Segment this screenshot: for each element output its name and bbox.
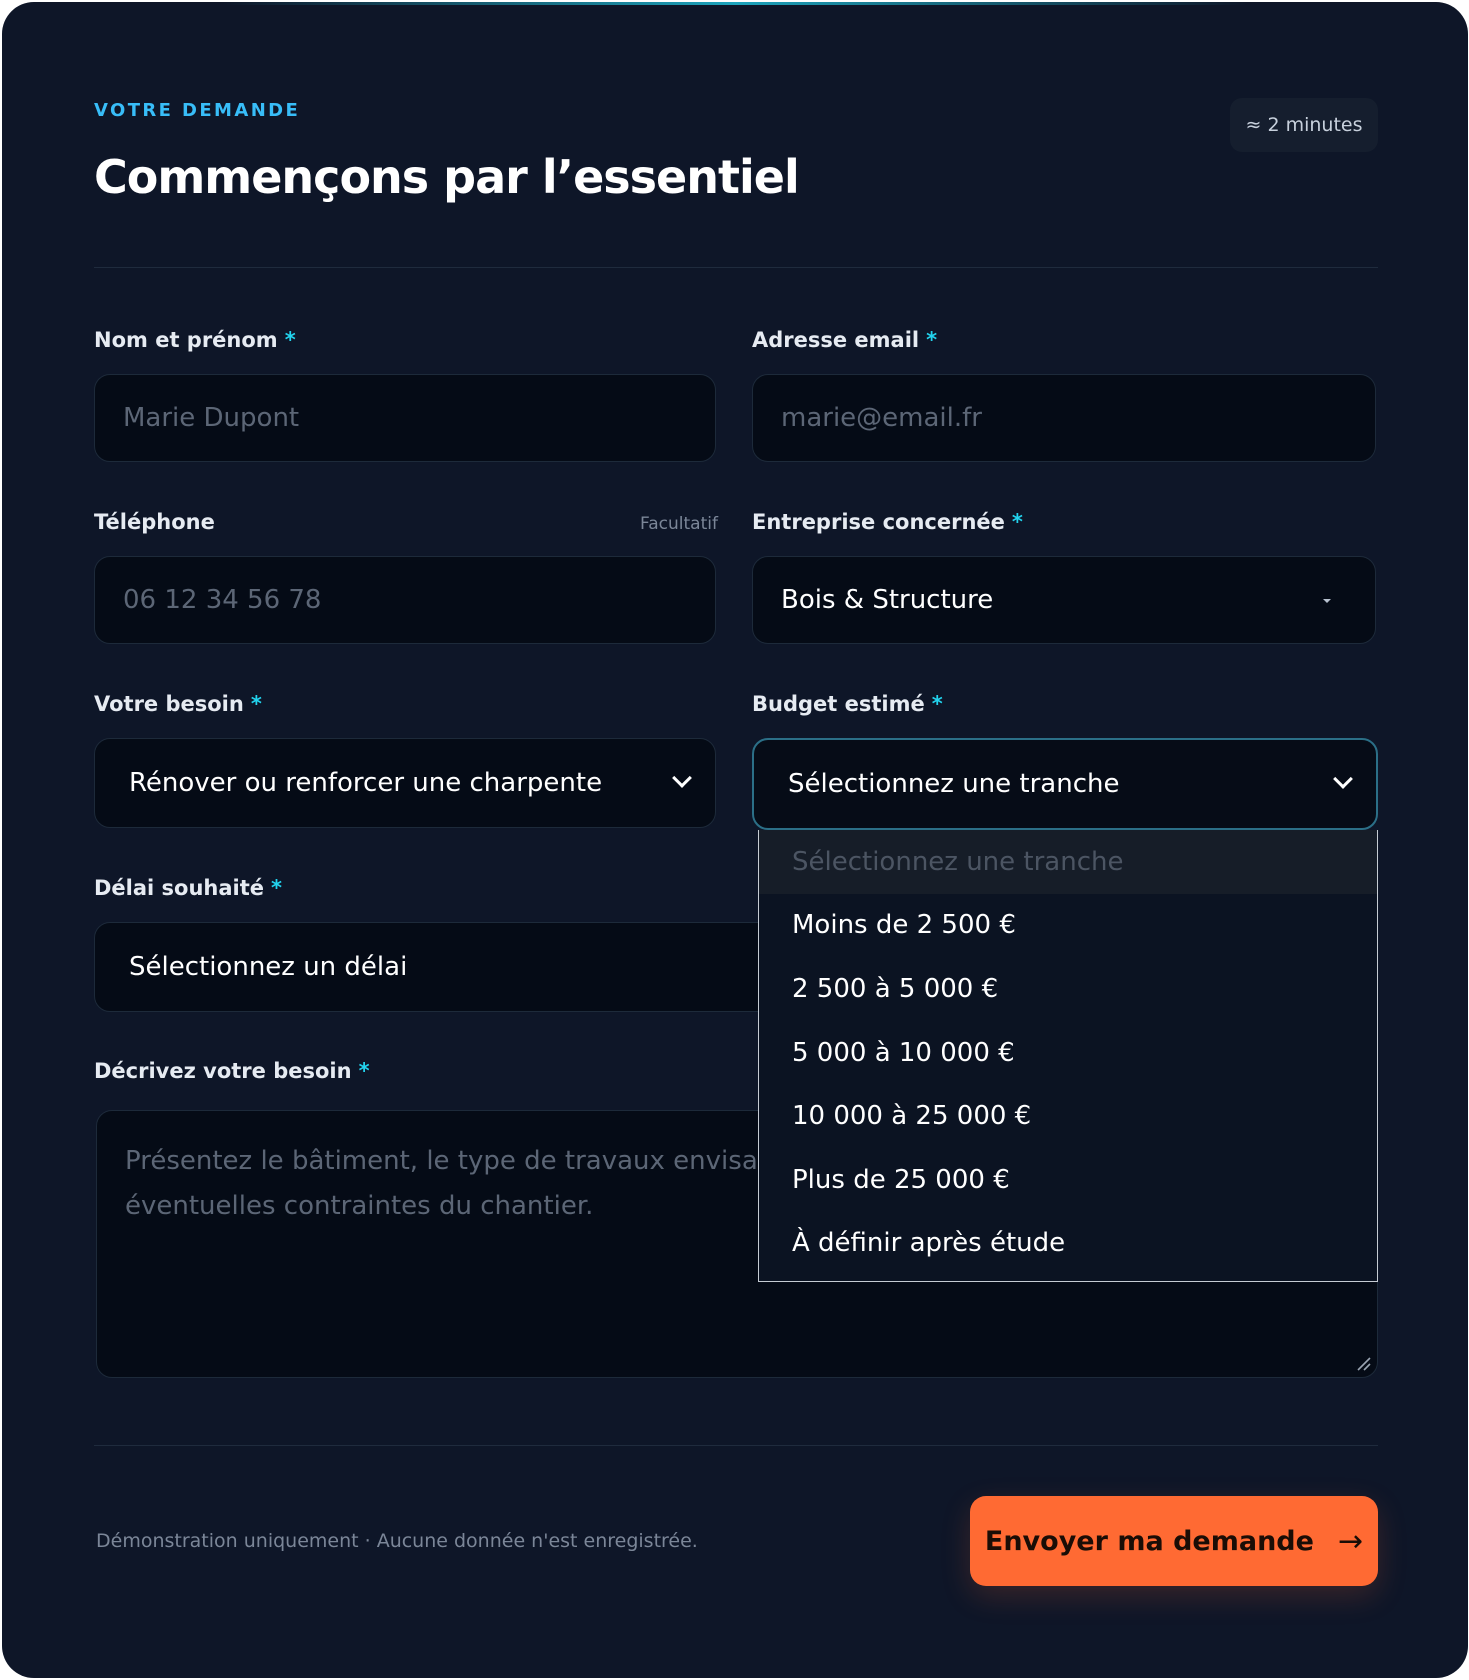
budget-label: Budget estimé * bbox=[752, 692, 943, 716]
name-placeholder: Marie Dupont bbox=[123, 403, 300, 433]
budget-select[interactable]: Sélectionnez une tranche bbox=[752, 738, 1378, 830]
resize-handle-icon[interactable] bbox=[1355, 1355, 1371, 1371]
caret-down-icon bbox=[1323, 599, 1331, 603]
need-select[interactable]: Rénover ou renforcer une charpente bbox=[94, 738, 716, 828]
name-input[interactable]: Marie Dupont bbox=[94, 374, 716, 462]
dropdown-option[interactable]: Plus de 25 000 € bbox=[759, 1148, 1377, 1212]
phone-label: Téléphone bbox=[94, 510, 215, 534]
top-glow bbox=[2, 2, 1468, 5]
form-title: Commençons par l’essentiel bbox=[94, 150, 800, 204]
footer-note: Démonstration uniquement · Aucune donnée… bbox=[96, 1530, 698, 1552]
required-marker: * bbox=[250, 692, 262, 716]
name-label: Nom et prénom * bbox=[94, 328, 296, 352]
required-marker: * bbox=[358, 1059, 370, 1083]
email-placeholder: marie@email.fr bbox=[781, 403, 982, 433]
budget-value: Sélectionnez une tranche bbox=[788, 769, 1120, 799]
deadline-value: Sélectionnez un délai bbox=[129, 952, 408, 982]
required-marker: * bbox=[926, 328, 938, 352]
need-label: Votre besoin * bbox=[94, 692, 262, 716]
dropdown-option-placeholder: Sélectionnez une tranche bbox=[759, 830, 1377, 894]
dropdown-option[interactable]: 2 500 à 5 000 € bbox=[759, 957, 1377, 1021]
footer-divider bbox=[94, 1445, 1378, 1446]
chevron-down-icon bbox=[672, 768, 692, 788]
dropdown-option[interactable]: Moins de 2 500 € bbox=[759, 894, 1377, 958]
phone-optional-label: Facultatif bbox=[640, 514, 718, 534]
required-marker: * bbox=[931, 692, 943, 716]
dropdown-option[interactable]: 10 000 à 25 000 € bbox=[759, 1084, 1377, 1148]
email-input[interactable]: marie@email.fr bbox=[752, 374, 1376, 462]
required-marker: * bbox=[1011, 510, 1023, 534]
company-select[interactable]: Bois & Structure bbox=[752, 556, 1376, 644]
request-form-card: VOTRE DEMANDE Commençons par l’essentiel… bbox=[2, 2, 1468, 1678]
chevron-down-icon bbox=[1333, 769, 1353, 789]
budget-dropdown-list: Sélectionnez une tranche Moins de 2 500 … bbox=[758, 830, 1378, 1282]
dropdown-option[interactable]: À définir après étude bbox=[759, 1212, 1377, 1276]
company-value: Bois & Structure bbox=[781, 585, 994, 615]
form-eyebrow: VOTRE DEMANDE bbox=[94, 100, 301, 121]
phone-placeholder: 06 12 34 56 78 bbox=[123, 585, 322, 615]
duration-badge: ≈ 2 minutes bbox=[1230, 98, 1378, 152]
header-divider bbox=[94, 267, 1378, 268]
dropdown-option[interactable]: 5 000 à 10 000 € bbox=[759, 1021, 1377, 1085]
need-value: Rénover ou renforcer une charpente bbox=[129, 768, 603, 798]
submit-button[interactable]: Envoyer ma demande → bbox=[970, 1496, 1378, 1586]
company-label: Entreprise concernée * bbox=[752, 510, 1023, 534]
phone-input[interactable]: 06 12 34 56 78 bbox=[94, 556, 716, 644]
submit-label: Envoyer ma demande bbox=[984, 1525, 1314, 1557]
email-label: Adresse email * bbox=[752, 328, 938, 352]
description-label: Décrivez votre besoin * bbox=[94, 1059, 370, 1083]
deadline-label: Délai souhaité * bbox=[94, 876, 283, 900]
required-marker: * bbox=[271, 876, 283, 900]
arrow-right-icon: → bbox=[1337, 1523, 1364, 1559]
required-marker: * bbox=[284, 328, 296, 352]
